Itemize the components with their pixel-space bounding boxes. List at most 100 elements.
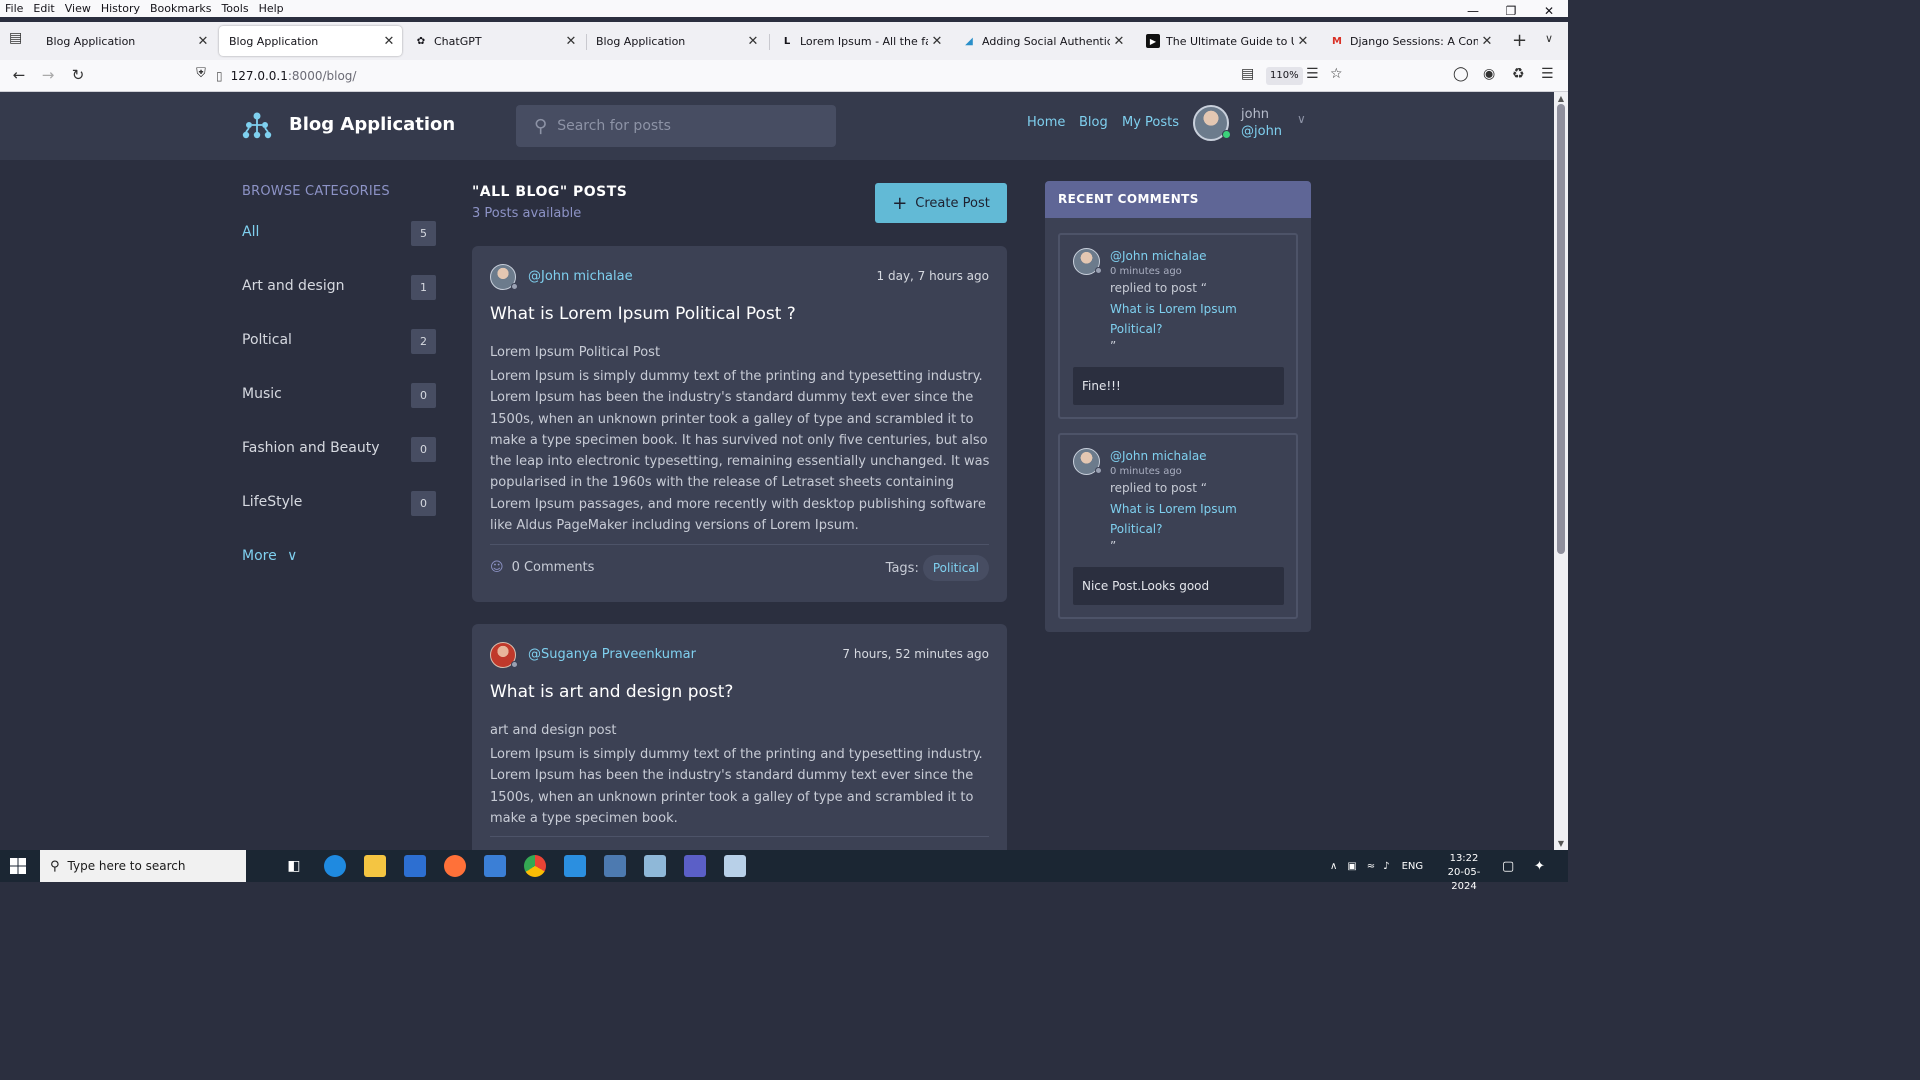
pocket-icon[interactable]: ◯ xyxy=(1453,66,1469,82)
forward-icon[interactable]: → xyxy=(37,66,59,84)
category-music[interactable]: Music 0 xyxy=(242,383,436,409)
zoom-level[interactable]: 110% xyxy=(1266,67,1303,85)
windows-start-icon[interactable] xyxy=(10,858,26,874)
tab-blog-3[interactable]: Blog Application ✕ xyxy=(586,26,766,56)
close-icon[interactable]: ✕ xyxy=(562,34,580,49)
tab-django-sessions[interactable]: M Django Sessions: A Comprehen ✕ xyxy=(1320,26,1500,56)
category-lifestyle[interactable]: LifeStyle 0 xyxy=(242,491,436,517)
back-icon[interactable]: ← xyxy=(8,66,30,84)
volume-icon[interactable]: ♪ xyxy=(1383,861,1389,872)
notepad-icon[interactable] xyxy=(644,855,666,877)
more-categories-button[interactable]: More ∨ xyxy=(242,548,297,564)
post-card[interactable]: @John michalae 1 day, 7 hours ago What i… xyxy=(472,246,1007,602)
post-title[interactable]: What is Lorem Ipsum Political Post ? xyxy=(490,304,796,324)
tag-chip[interactable]: Political xyxy=(922,555,989,581)
scrollbar-thumb[interactable] xyxy=(1557,104,1565,554)
close-icon[interactable]: ✕ xyxy=(1478,34,1496,49)
bookmark-star-icon[interactable]: ☆ xyxy=(1330,66,1343,82)
tab-blog-1[interactable]: Blog Application ✕ xyxy=(36,26,216,56)
create-post-button[interactable]: + Create Post xyxy=(875,183,1007,223)
menu-tools[interactable]: Tools xyxy=(216,0,253,17)
category-fashion-and-beauty[interactable]: Fashion and Beauty 0 xyxy=(242,437,436,463)
tab-chatgpt[interactable]: ✿ ChatGPT ✕ xyxy=(404,26,584,56)
brand-name[interactable]: Blog Application xyxy=(289,114,455,135)
post-author[interactable]: @Suganya Praveenkumar xyxy=(528,647,696,662)
menu-history[interactable]: History xyxy=(96,0,145,17)
language-indicator[interactable]: ENG xyxy=(1402,861,1424,872)
page-icon: ▯ xyxy=(216,69,223,83)
user-name[interactable]: john xyxy=(1241,107,1269,122)
vscode-icon[interactable] xyxy=(564,855,586,877)
chrome-icon[interactable] xyxy=(524,855,546,877)
copilot-icon[interactable]: ✦ xyxy=(1534,850,1545,882)
comment-post-link[interactable]: What is Lorem Ipsum Political? xyxy=(1110,299,1270,339)
nav-home[interactable]: Home xyxy=(1027,115,1065,130)
close-window-icon[interactable]: ✕ xyxy=(1530,0,1568,22)
scroll-down-icon[interactable]: ▼ xyxy=(1554,839,1568,848)
shield-icon[interactable]: ⛨ xyxy=(190,66,212,81)
comments-link[interactable]: ☺ 0 Comments xyxy=(490,560,594,575)
user-handle[interactable]: @john xyxy=(1241,124,1282,139)
chevron-down-icon[interactable]: ∨ xyxy=(1545,32,1553,45)
search-input[interactable] xyxy=(557,118,818,134)
wifi-icon[interactable]: ≈ xyxy=(1367,861,1375,872)
taskbar-clock[interactable]: 13:22 20-05-2024 xyxy=(1440,852,1488,894)
close-icon[interactable]: ✕ xyxy=(1110,34,1128,49)
tab-blog-2[interactable]: Blog Application ✕ xyxy=(219,26,402,56)
brand-logo-icon[interactable] xyxy=(242,112,272,140)
menu-bookmarks[interactable]: Bookmarks xyxy=(145,0,216,17)
menu-edit[interactable]: Edit xyxy=(28,0,59,17)
tab-social-auth[interactable]: ◢ Adding Social Authentication to ✕ xyxy=(952,26,1132,56)
url-bar[interactable]: ▯ 127.0.0.1:8000/blog/ xyxy=(216,63,1376,89)
post-title[interactable]: What is art and design post? xyxy=(490,682,733,702)
post-author[interactable]: @John michalae xyxy=(528,269,633,284)
chevron-up-icon[interactable]: ∧ xyxy=(1330,861,1337,872)
translate-icon[interactable]: ☰ xyxy=(1306,66,1319,82)
nav-my-posts[interactable]: My Posts xyxy=(1122,115,1179,130)
tab-ultimate-guide[interactable]: ▶ The Ultimate Guide to Using Soc ✕ xyxy=(1136,26,1316,56)
minimize-icon[interactable]: — xyxy=(1454,0,1492,22)
reader-view-icon[interactable]: ▤ xyxy=(1241,66,1254,82)
close-icon[interactable]: ✕ xyxy=(380,34,398,49)
firefox-icon[interactable] xyxy=(444,855,466,877)
post-card[interactable]: @Suganya Praveenkumar 7 hours, 52 minute… xyxy=(472,624,1007,850)
comment-author[interactable]: @John michalae xyxy=(1110,449,1207,463)
teams-icon[interactable] xyxy=(684,855,706,877)
page-scrollbar[interactable]: ▲ ▼ xyxy=(1554,92,1568,850)
mail-icon[interactable] xyxy=(484,855,506,877)
menu-help[interactable]: Help xyxy=(254,0,289,17)
category-art-and-design[interactable]: Art and design 1 xyxy=(242,275,436,301)
extensions-icon[interactable]: ♻ xyxy=(1512,66,1525,82)
chevron-down-icon[interactable]: ∨ xyxy=(1297,112,1306,126)
new-tab-icon[interactable]: + xyxy=(1512,30,1527,51)
category-poltical[interactable]: Poltical 2 xyxy=(242,329,436,355)
store-icon[interactable] xyxy=(404,855,426,877)
reload-icon[interactable]: ↻ xyxy=(67,66,89,84)
menu-file[interactable]: File xyxy=(0,0,28,17)
task-view-icon[interactable]: ◧ xyxy=(283,855,305,877)
edge-icon[interactable] xyxy=(324,855,346,877)
menu-view[interactable]: View xyxy=(60,0,96,17)
notifications-icon[interactable]: ▢ xyxy=(1502,850,1514,882)
comment-post-link[interactable]: What is Lorem Ipsum Political? xyxy=(1110,499,1270,539)
account-icon[interactable]: ◉ xyxy=(1483,66,1495,82)
meet-icon[interactable]: ▣ xyxy=(1347,861,1356,872)
comment-card: @John michalae 0 minutes ago replied to … xyxy=(1058,433,1298,619)
postgres-icon[interactable] xyxy=(604,855,626,877)
close-icon[interactable]: ✕ xyxy=(744,34,762,49)
close-icon[interactable]: ✕ xyxy=(1294,34,1312,49)
comment-author[interactable]: @John michalae xyxy=(1110,249,1207,263)
tab-title: Blog Application xyxy=(596,34,686,48)
hamburger-menu-icon[interactable]: ☰ xyxy=(1541,66,1554,82)
taskbar-search[interactable]: ⚲ Type here to search xyxy=(40,850,246,882)
close-icon[interactable]: ✕ xyxy=(194,34,212,49)
scroll-up-icon[interactable]: ▲ xyxy=(1554,94,1568,103)
tab-lipsum[interactable]: L Lorem Ipsum - All the facts - Lip ✕ xyxy=(770,26,950,56)
tab-list-icon[interactable]: ▤ xyxy=(9,30,22,46)
file-explorer-icon[interactable] xyxy=(364,855,386,877)
nav-blog[interactable]: Blog xyxy=(1079,115,1108,130)
paint-icon[interactable] xyxy=(724,855,746,877)
category-all[interactable]: All 5 xyxy=(242,221,436,247)
close-icon[interactable]: ✕ xyxy=(928,34,946,49)
restore-icon[interactable]: ❐ xyxy=(1492,0,1530,22)
